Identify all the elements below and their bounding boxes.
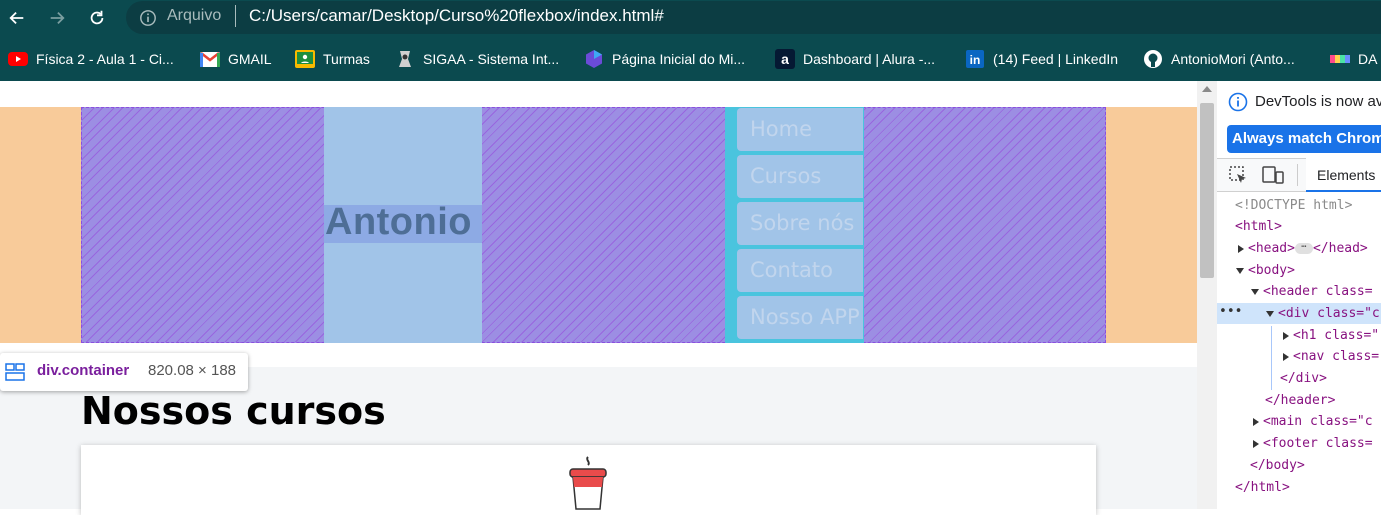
tooltip-size: 820.08 × 188 <box>148 362 237 379</box>
device-toggle-icon[interactable] <box>1262 165 1284 185</box>
svg-text:in: in <box>970 53 981 67</box>
linkedin-icon: in <box>965 50 985 68</box>
url-text[interactable]: C:/Users/camar/Desktop/Curso%20flexbox/i… <box>249 6 664 26</box>
bookmark-fisica[interactable]: Física 2 - Aula 1 - Ci... <box>8 49 174 69</box>
alura-icon: a <box>775 49 795 69</box>
nav-link-cursos[interactable]: Cursos <box>737 155 863 198</box>
bookmark-da[interactable]: DA <box>1330 49 1377 69</box>
expand-arrow-icon[interactable] <box>1253 439 1259 448</box>
nav-link-home[interactable]: Home <box>737 108 863 151</box>
info-icon[interactable] <box>139 9 157 27</box>
collapse-arrow-icon[interactable] <box>1236 267 1244 274</box>
tab-elements[interactable]: Elements <box>1306 158 1381 192</box>
dom-head[interactable]: <head> ⋯ </head> <box>1238 239 1368 259</box>
info-icon <box>1228 92 1248 112</box>
forward-button[interactable] <box>43 4 71 32</box>
collapse-arrow-icon[interactable] <box>1251 288 1259 295</box>
dom-header[interactable]: <header class= <box>1251 282 1373 302</box>
dom-main[interactable]: <main class="c <box>1253 412 1373 432</box>
polygon-icon <box>584 50 604 68</box>
dom-body-close[interactable]: </body> <box>1250 456 1305 476</box>
bookmark-sigaa[interactable]: SIGAA - Sistema Int... <box>395 49 559 69</box>
github-icon <box>1143 50 1163 68</box>
svg-text:a: a <box>781 51 789 67</box>
dom-indent-guide <box>1271 326 1272 390</box>
dom-row-menu[interactable]: ••• <box>1219 303 1242 321</box>
container-flex-overlay <box>81 107 1106 343</box>
scrollbar-thumb[interactable] <box>1200 103 1214 278</box>
gmail-icon <box>200 50 220 68</box>
expand-arrow-icon[interactable] <box>1283 352 1289 361</box>
bookmark-alura[interactable]: a Dashboard | Alura -... <box>775 49 935 69</box>
dom-html-close[interactable]: </html> <box>1235 478 1290 498</box>
arrow-right-icon <box>50 11 65 25</box>
ellipsis-icon[interactable]: ⋯ <box>1294 243 1313 254</box>
coffee-cup-icon <box>569 456 607 510</box>
expand-arrow-icon[interactable] <box>1238 244 1244 253</box>
tooltip-selector: div.container <box>37 362 130 379</box>
bookmark-gmail[interactable]: GMAIL <box>200 49 272 69</box>
dom-body[interactable]: <body> <box>1236 261 1295 281</box>
dom-doctype[interactable]: <!DOCTYPE html> <box>1235 196 1352 216</box>
scroll-up-arrow-icon[interactable] <box>1202 86 1212 92</box>
bookmark-linkedin[interactable]: in (14) Feed | LinkedIn <box>965 49 1118 69</box>
url-separator <box>235 5 236 27</box>
always-match-chrome-button[interactable]: Always match Chrome <box>1227 125 1381 153</box>
expand-arrow-icon[interactable] <box>1253 417 1259 426</box>
reload-button[interactable] <box>83 4 111 32</box>
section-title: Nossos cursos <box>81 389 386 433</box>
site-title[interactable]: Antonio <box>325 201 472 244</box>
dom-html-open[interactable]: <html> <box>1235 217 1282 237</box>
bookmark-pagina-inicial[interactable]: Página Inicial do Mi... <box>584 49 745 69</box>
dom-footer[interactable]: <footer class= <box>1253 434 1373 454</box>
bookmarks-bar: Física 2 - Aula 1 - Ci... GMAIL Turmas S… <box>0 37 1381 81</box>
classroom-icon <box>295 50 315 68</box>
flex-container-icon <box>5 363 25 381</box>
inspect-tooltip: div.container 820.08 × 188 <box>0 353 248 391</box>
bookmark-turmas[interactable]: Turmas <box>295 49 370 69</box>
dom-div-close[interactable]: </div> <box>1280 369 1327 389</box>
nav-link-app[interactable]: Nosso APP <box>737 296 863 339</box>
dom-h1[interactable]: <h1 class=" <box>1283 326 1379 346</box>
collapse-arrow-icon[interactable] <box>1266 310 1274 317</box>
toolbar-separator <box>1297 164 1298 186</box>
bookmark-github[interactable]: AntonioMori (Anto... <box>1143 49 1295 69</box>
arrow-left-icon <box>9 11 24 25</box>
dom-div-container[interactable]: <div class="c <box>1266 304 1380 324</box>
nav-link-sobre[interactable]: Sobre nós <box>737 202 863 245</box>
stripe-icon <box>1330 50 1350 68</box>
youtube-icon <box>8 50 28 68</box>
inspect-element-icon[interactable] <box>1228 165 1248 185</box>
back-button[interactable] <box>3 4 31 32</box>
url-scheme-label: Arquivo <box>167 7 222 24</box>
reload-icon <box>90 10 104 25</box>
sigaa-icon <box>395 50 415 68</box>
nav-link-contato[interactable]: Contato <box>737 249 863 292</box>
dom-header-close[interactable]: </header> <box>1265 391 1335 411</box>
expand-arrow-icon[interactable] <box>1283 331 1289 340</box>
dom-nav[interactable]: <nav class= <box>1283 347 1379 367</box>
devtools-notice: DevTools is now ava <box>1255 93 1381 110</box>
